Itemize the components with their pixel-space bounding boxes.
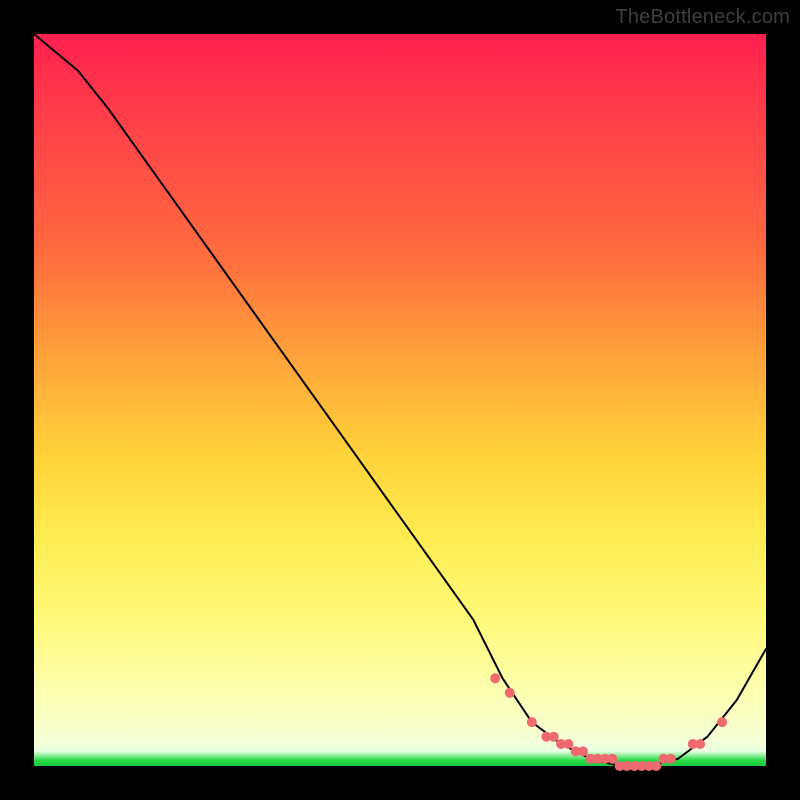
marker-dot	[607, 754, 617, 764]
plot-area	[34, 34, 766, 766]
marker-dot	[717, 717, 727, 727]
curve-layer	[34, 34, 766, 766]
marker-dot	[527, 717, 537, 727]
chart-frame: TheBottleneck.com	[0, 0, 800, 800]
marker-dot	[505, 688, 515, 698]
watermark-text: TheBottleneck.com	[615, 6, 790, 29]
marker-dot	[666, 754, 676, 764]
bottleneck-curve	[34, 34, 766, 766]
marker-dot	[651, 761, 661, 771]
marker-dot	[578, 746, 588, 756]
marker-dot	[549, 732, 559, 742]
marker-dot	[563, 739, 573, 749]
marker-dot	[490, 673, 500, 683]
marker-dot	[695, 739, 705, 749]
marker-dots	[490, 673, 727, 771]
